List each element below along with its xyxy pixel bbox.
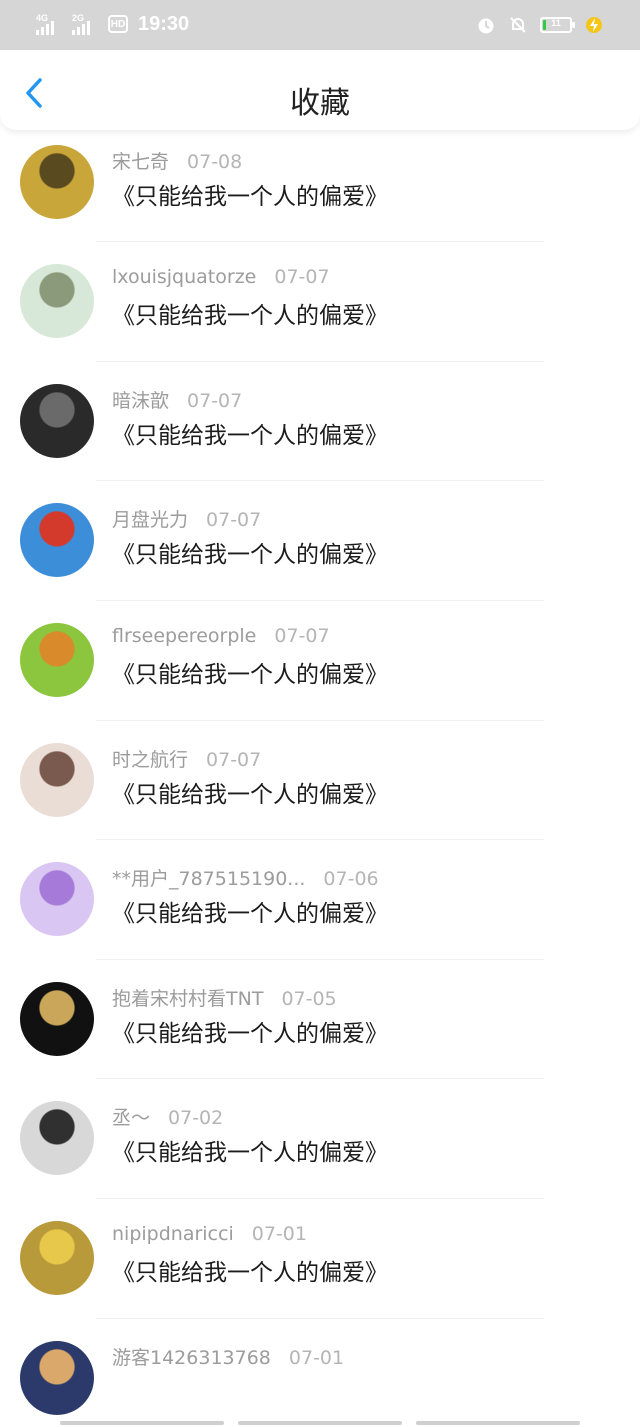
item-message: 《只能给我一个人的偏爱》	[112, 1259, 388, 1286]
avatar[interactable]	[20, 1340, 94, 1415]
user-name[interactable]: 游客1426313768	[112, 1347, 271, 1369]
item-message: 《只能给我一个人的偏爱》	[112, 542, 388, 569]
user-name[interactable]: 宋七奇	[112, 151, 169, 173]
list-item[interactable]: 暗沫歆 07-07 《只能给我一个人的偏爱》	[0, 362, 640, 482]
item-meta: 宋七奇 07-08	[112, 147, 242, 174]
avatar[interactable]	[20, 1101, 94, 1176]
avatar[interactable]	[20, 862, 94, 937]
item-message: 《只能给我一个人的偏爱》	[112, 183, 388, 210]
list-item[interactable]: lxouisjquatorze 07-07 《只能给我一个人的偏爱》	[0, 242, 640, 362]
item-meta: nipipdnaricci 07-01	[112, 1223, 307, 1245]
item-meta: lxouisjquatorze 07-07	[112, 266, 330, 288]
status-time: 19:30	[138, 12, 190, 35]
list-item[interactable]: 月盘光力 07-07 《只能给我一个人的偏爱》	[0, 481, 640, 601]
favorites-list: 《只能给我一个人的偏爱》宋七奇07-08《只能给我一个人的偏爱》lxouisjq…	[0, 61, 640, 1427]
item-message: 《只能给我一个人的偏爱》	[112, 661, 388, 688]
item-message: 《只能给我一个人的偏爱》	[112, 303, 388, 330]
item-date: 07-07	[274, 624, 330, 647]
item-date: 07-07	[274, 266, 330, 289]
avatar[interactable]	[20, 622, 94, 697]
list-item[interactable]: 游客1426313768 07-01	[0, 1319, 640, 1427]
item-date: 07-08	[187, 150, 243, 173]
item-date: 07-01	[288, 1346, 345, 1369]
item-meta: flrseepereorple 07-07	[112, 625, 330, 647]
list-item[interactable]: **用户_787515190... 07-06 《只能给我一个人的偏爱》	[0, 840, 640, 960]
user-name[interactable]: 暗沫歆	[112, 390, 169, 412]
list-item[interactable]: 抱着宋村村看TNT 07-05 《只能给我一个人的偏爱》	[0, 960, 640, 1080]
user-name[interactable]: **用户_787515190...	[112, 868, 305, 890]
item-meta: 游客1426313768 07-01	[112, 1343, 344, 1370]
charging-icon	[586, 17, 602, 33]
battery-level-text: 11	[551, 18, 561, 28]
status-bar: 4G 2G HD 19:30 11	[0, 0, 640, 50]
list-item[interactable]: 丞～ 07-02 《只能给我一个人的偏爱》	[0, 1079, 640, 1199]
item-message: 《只能给我一个人的偏爱》	[112, 901, 388, 928]
item-date: 07-02	[168, 1107, 224, 1130]
avatar[interactable]	[20, 981, 94, 1056]
avatar[interactable]	[20, 383, 94, 458]
header: 收藏	[0, 50, 640, 130]
avatar[interactable]	[20, 144, 94, 219]
item-meta: 时之航行 07-07	[112, 745, 261, 772]
item-meta: **用户_787515190... 07-06	[112, 864, 379, 891]
user-name[interactable]: 月盘光力	[112, 509, 188, 531]
item-meta: 暗沫歆 07-07	[112, 386, 242, 413]
user-name[interactable]: nipipdnaricci	[112, 1223, 234, 1245]
battery-icon: 11	[540, 17, 575, 33]
item-date: 07-07	[206, 509, 262, 532]
avatar[interactable]	[20, 742, 94, 817]
list-item[interactable]: nipipdnaricci 07-01 《只能给我一个人的偏爱》	[0, 1199, 640, 1319]
list-item[interactable]: 时之航行 07-07 《只能给我一个人的偏爱》	[0, 721, 640, 841]
gesture-bar	[60, 1421, 580, 1425]
item-message: 《只能给我一个人的偏爱》	[112, 422, 388, 449]
alarm-clock-icon	[478, 18, 494, 34]
item-message: 《只能给我一个人的偏爱》	[112, 1020, 388, 1047]
status-left: 4G 2G HD 19:30	[36, 10, 189, 38]
item-date: 07-06	[323, 868, 379, 891]
hd-icon: HD	[108, 15, 128, 33]
avatar[interactable]	[20, 264, 94, 339]
signal-icon-1: 4G	[36, 13, 66, 35]
item-date: 07-05	[281, 987, 337, 1010]
avatar[interactable]	[20, 1220, 94, 1295]
item-message: 《只能给我一个人的偏爱》	[112, 1140, 388, 1167]
user-name[interactable]: flrseepereorple	[112, 625, 256, 647]
item-date: 07-01	[251, 1222, 307, 1245]
list-item[interactable]: 宋七奇 07-08 《只能给我一个人的偏爱》	[0, 123, 640, 243]
user-name[interactable]: lxouisjquatorze	[112, 266, 256, 288]
user-name[interactable]: 时之航行	[112, 749, 188, 771]
user-name[interactable]: 抱着宋村村看TNT	[112, 988, 263, 1010]
signal-icon-2: 2G	[72, 13, 102, 35]
item-meta: 月盘光力 07-07	[112, 505, 261, 532]
page-title: 收藏	[290, 86, 350, 121]
item-date: 07-07	[206, 748, 262, 771]
status-right: 11	[476, 12, 604, 38]
avatar[interactable]	[20, 503, 94, 578]
item-meta: 抱着宋村村看TNT 07-05	[112, 984, 337, 1011]
item-date: 07-07	[187, 389, 243, 412]
item-message: 《只能给我一个人的偏爱》	[112, 781, 388, 808]
item-meta: 丞～ 07-02	[112, 1103, 223, 1130]
mute-bell-icon	[510, 17, 526, 33]
user-name[interactable]: 丞～	[112, 1107, 150, 1129]
list-item[interactable]: flrseepereorple 07-07 《只能给我一个人的偏爱》	[0, 601, 640, 721]
